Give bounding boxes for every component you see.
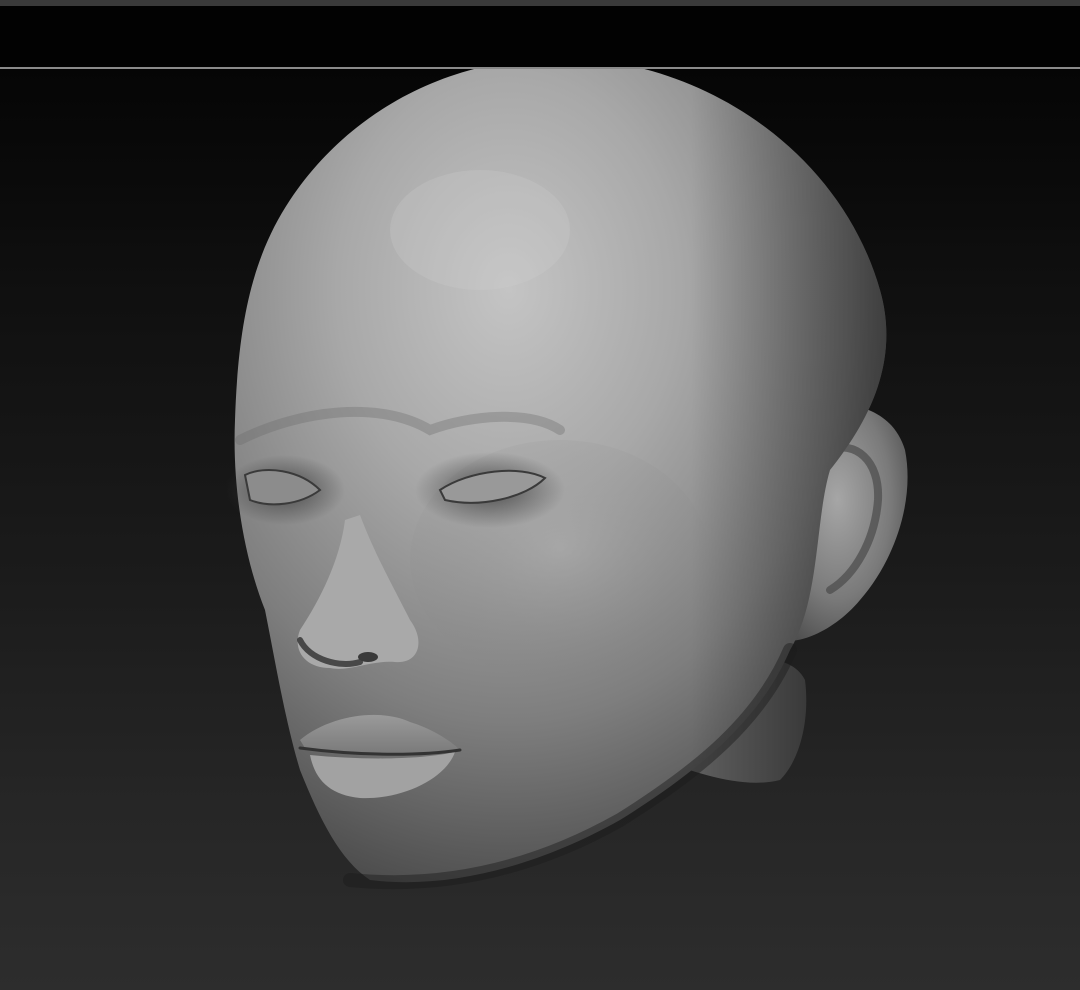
nostril — [358, 652, 378, 662]
viewport-header-strip — [0, 6, 1080, 67]
sculpt-head-model[interactable] — [0, 69, 1080, 990]
forehead-highlight — [390, 170, 570, 290]
sculpting-app-window — [0, 0, 1080, 990]
3d-canvas-viewport[interactable] — [0, 69, 1080, 990]
